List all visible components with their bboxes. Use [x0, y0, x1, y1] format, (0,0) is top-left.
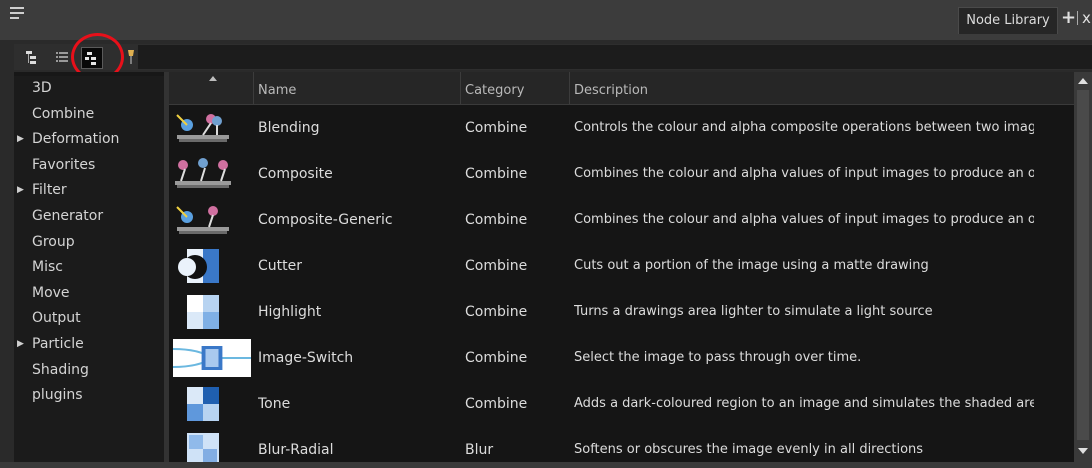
node-category-cell: Combine: [465, 120, 528, 136]
sidebar-item-deformation[interactable]: ▶ Deformation: [14, 127, 164, 152]
column-header-name[interactable]: Name: [254, 72, 461, 104]
sidebar-item-label: Particle: [32, 336, 84, 352]
sidebar-item-label: Output: [32, 310, 81, 327]
table-row[interactable]: Tone Combine Adds a dark-coloured region t…: [169, 381, 1074, 427]
sidebar-item-3d[interactable]: 3D: [14, 76, 164, 101]
scroll-down-icon[interactable]: [1078, 448, 1088, 454]
table-row[interactable]: Blending Combine Controls the colour and a…: [169, 105, 1074, 151]
tab-separator: [1077, 11, 1078, 25]
sidebar-item-label: 3D: [32, 80, 52, 96]
node-name-cell: Composite: [258, 166, 333, 182]
node-name-cell: Blending: [258, 120, 320, 136]
node-category-cell: Combine: [465, 166, 528, 182]
node-description-cell: Combines the colour and alpha values of …: [574, 212, 1034, 227]
node-description-cell: Controls the colour and alpha composite …: [574, 120, 1034, 135]
table-row[interactable]: Image-Switch Combine Select the image to p…: [169, 335, 1074, 381]
search-bar[interactable]: [138, 45, 1092, 69]
node-category-cell: Combine: [465, 212, 528, 228]
node-name-cell: Highlight: [258, 304, 322, 320]
table-row[interactable]: Composite Combine Combines the colour and …: [169, 151, 1074, 197]
close-view-button[interactable]: x: [1082, 9, 1091, 27]
node-description-cell: Combines the colour and alpha values of …: [574, 166, 1034, 181]
node-library-window: Node Library + x 3D Combine ▶ Deformation Fa…: [0, 0, 1092, 468]
node-category-cell: Combine: [465, 350, 528, 366]
node-description-cell: Turns a drawings area lighter to simulat…: [574, 304, 933, 319]
sort-ascending-icon: [209, 76, 217, 81]
node-category-cell: Combine: [465, 258, 528, 274]
highlight-icon: [173, 293, 233, 331]
sidebar-item-label: Move: [32, 284, 70, 301]
node-category-cell: Blur: [465, 442, 494, 458]
sidebar-item-label: Filter: [32, 182, 67, 199]
table-header: Name Category Description: [169, 72, 1074, 105]
tab-node-library[interactable]: Node Library: [958, 7, 1058, 34]
sidebar-item-favorites[interactable]: Favorites: [14, 153, 164, 178]
expand-arrow-icon[interactable]: ▶: [17, 127, 24, 152]
table-row[interactable]: Highlight Combine Turns a drawings area li…: [169, 289, 1074, 335]
expand-arrow-icon[interactable]: ▶: [17, 332, 24, 357]
node-description-cell: Cuts out a portion of the image using a …: [574, 258, 929, 273]
scrollbar-thumb[interactable]: [1077, 90, 1089, 440]
sidebar-item-label: Misc: [32, 259, 63, 276]
node-name-cell: Blur-Radial: [258, 442, 334, 458]
sidebar-item-particle[interactable]: ▶ Particle: [14, 332, 164, 357]
vertical-scrollbar[interactable]: [1074, 72, 1092, 462]
node-table: Name Category Description Blending Combin…: [169, 72, 1074, 462]
view-title-bar: Node Library + x: [0, 0, 1092, 40]
table-row[interactable]: Cutter Combine Cuts out a portion of the i…: [169, 243, 1074, 289]
sidebar-item-move[interactable]: Move: [14, 281, 164, 306]
node-name-cell: Tone: [258, 396, 291, 412]
tone-icon: [173, 385, 233, 423]
sidebar-item-label: Combine: [32, 105, 95, 122]
composite-generic-icon: [173, 201, 233, 239]
sidebar-item-generator[interactable]: Generator: [14, 204, 164, 229]
composite-icon: [173, 155, 233, 193]
tree-view-icon[interactable]: [24, 48, 42, 66]
blur-radial-icon: [173, 431, 233, 462]
sidebar-item-label: Shading: [32, 361, 89, 378]
blending-icon: [173, 109, 233, 147]
image-switch-icon: [172, 339, 251, 377]
sidebar-item-plugins[interactable]: plugins: [14, 383, 164, 408]
sidebar-item-label: Generator: [32, 208, 104, 224]
scroll-up-icon[interactable]: [1078, 78, 1088, 84]
node-category-cell: Combine: [465, 304, 528, 320]
sidebar-item-misc[interactable]: Misc: [14, 255, 164, 280]
node-name-cell: Composite-Generic: [258, 212, 393, 228]
table-row[interactable]: Blur-Radial Blur Softens or obscures the i…: [169, 427, 1074, 462]
window-bottom-edge: [0, 462, 1092, 468]
add-view-button[interactable]: +: [1061, 9, 1076, 27]
node-description-cell: Softens or obscures the image evenly in …: [574, 442, 924, 457]
table-row[interactable]: Composite-Generic Combine Combines the col…: [169, 197, 1074, 243]
sidebar-item-combine[interactable]: Combine: [14, 102, 164, 127]
sidebar-item-filter[interactable]: ▶ Filter: [14, 178, 164, 203]
sidebar-item-label: Group: [32, 233, 75, 250]
list-view-icon[interactable]: [54, 48, 72, 66]
icon-column-header[interactable]: [169, 72, 254, 104]
cutter-icon: [173, 247, 233, 285]
expand-arrow-icon[interactable]: ▶: [17, 178, 24, 203]
hamburger-menu-icon[interactable]: [10, 7, 24, 23]
sidebar-item-shading[interactable]: Shading: [14, 358, 164, 383]
sidebar-item-output[interactable]: Output: [14, 306, 164, 331]
node-category-cell: Combine: [465, 396, 528, 412]
category-sidebar: 3D Combine ▶ Deformation Favorites ▶ Filter Gen…: [14, 76, 164, 462]
column-header-category[interactable]: Category: [461, 72, 570, 104]
column-header-description[interactable]: Description: [570, 72, 1074, 104]
node-name-cell: Cutter: [258, 258, 302, 274]
node-name-cell: Image-Switch: [258, 350, 354, 366]
sidebar-item-label: Favorites: [32, 156, 96, 173]
sidebar-item-label: Deformation: [32, 131, 120, 148]
node-description-cell: Select the image to pass through over ti…: [574, 350, 862, 365]
sidebar-item-group[interactable]: Group: [14, 230, 164, 255]
sidebar-item-label: plugins: [32, 387, 83, 404]
node-description-cell: Adds a dark-coloured region to an image …: [574, 396, 1034, 411]
